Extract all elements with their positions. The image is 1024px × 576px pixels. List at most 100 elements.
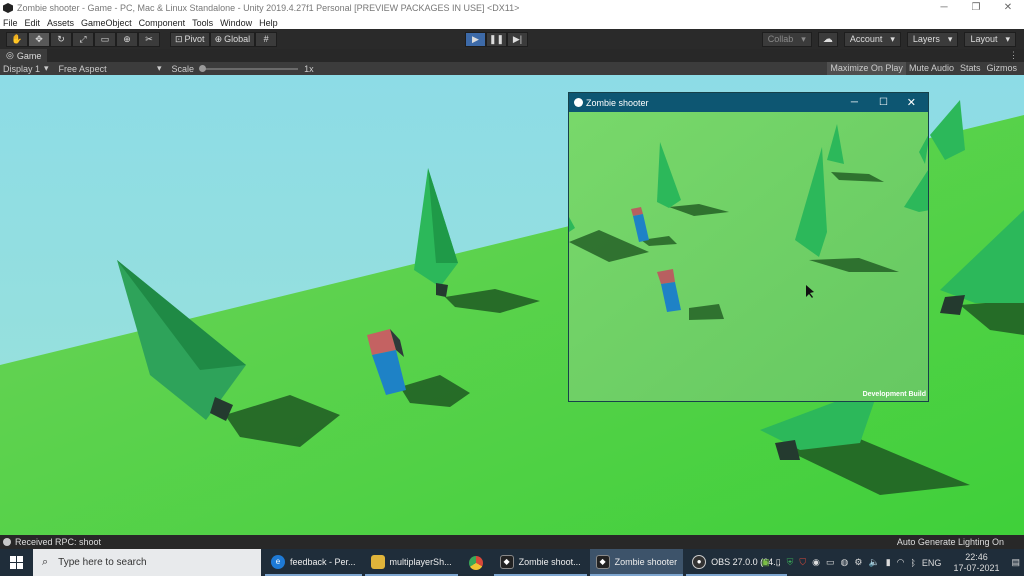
transform-tool-icon[interactable]: ⊕ [116,31,138,47]
windows-logo-icon [10,556,23,569]
layout-dropdown[interactable]: Layout ▾ [964,31,1016,47]
play-controls: ▶ ❚❚ ▶| [465,31,528,47]
account-dropdown[interactable]: Account ▾ [843,31,901,47]
move-tool-icon[interactable]: ✥ [28,31,50,47]
wifi-icon[interactable]: ◠ [897,557,905,568]
tray-app-icon[interactable]: ▯ [776,557,781,568]
notifications-icon[interactable]: ▤ [1011,557,1020,568]
window-controls: ─ ❐ ✕ [928,0,1024,16]
hand-tool-icon[interactable]: ✋ [6,31,28,47]
close-icon[interactable]: ✕ [907,96,916,109]
nvidia-icon[interactable]: ▣ [761,557,770,568]
maximize-on-play-toggle[interactable]: Maximize On Play [827,62,906,75]
windows-start-button[interactable] [0,549,33,576]
play-icon[interactable]: ▶ [465,31,486,47]
development-build-label: Development Build [862,391,926,398]
menu-component[interactable]: Component [139,18,186,28]
gizmos-toggle[interactable]: Gizmos [983,62,1020,75]
taskbar-clock[interactable]: 22:46 17-07-2021 [953,552,999,574]
pivot-label: Pivot [184,34,205,44]
step-icon[interactable]: ▶| [507,31,528,47]
game-view-toolbar: Display 1 ▾ Free Aspect ▾ Scale 1x Maxim… [0,62,1024,75]
rotate-tool-icon[interactable]: ↻ [50,31,72,47]
taskbar-app-zombie-shooter[interactable]: ◆ Zombie shooter [589,549,684,576]
grid-snap-icon[interactable]: # [255,31,278,47]
cloud-icon[interactable]: ☁ [817,31,838,47]
clock-date: 17-07-2021 [953,562,1000,573]
console-message[interactable]: Received RPC: shoot [15,537,101,547]
menu-tools[interactable]: Tools [192,18,213,28]
clock-time: 22:46 [965,551,988,562]
player-window-titlebar: Zombie shooter ─ ☐ ✕ [569,93,928,112]
minimize-icon[interactable]: ─ [851,97,858,108]
bluetooth-icon[interactable]: ᛒ [911,558,916,568]
stats-toggle[interactable]: Stats [957,62,984,75]
taskbar-app-label: multiplayerSh... [389,556,452,567]
chevron-down-icon: ▾ [157,63,162,73]
menu-gameobject[interactable]: GameObject [81,18,132,28]
window-titlebar: Zombie shooter - Game - PC, Mac & Linux … [0,0,1024,16]
pivot-button[interactable]: ⊡ Pivot [170,31,210,47]
maximize-icon[interactable]: ☐ [879,97,888,108]
speaker-icon[interactable]: 🔈 [868,557,879,568]
battery-icon[interactable]: ▭ [826,557,835,568]
taskbar-app-edge[interactable]: e feedback - Per... [265,549,362,576]
language-indicator[interactable]: ENG [922,558,942,568]
tab-game[interactable]: ◎ Game [0,49,48,62]
collab-dropdown[interactable]: Collab ▾ [761,31,812,47]
gamepad-icon: ◎ [6,50,14,60]
network-icon[interactable]: ◍ [841,557,849,568]
player-window[interactable]: Zombie shooter ─ ☐ ✕ Development Build [568,92,929,402]
taskbar-app-label: Zombie shooter [614,556,678,567]
taskbar-app-explorer[interactable]: multiplayerSh... [364,549,458,576]
taskbar-app-chrome[interactable] [461,549,491,576]
scale-slider-knob[interactable] [199,64,207,72]
kebab-menu-icon[interactable]: ⋮ [1009,50,1018,61]
account-label: Account [849,34,883,44]
microphone-icon[interactable]: ▮ [886,557,891,568]
global-button[interactable]: ⊕ Global [209,31,256,47]
restore-icon[interactable]: ❐ [960,0,992,16]
scale-tool-icon[interactable]: ⤢ [72,31,94,47]
volume-mixer-icon[interactable]: ◉ [812,557,820,568]
search-placeholder: Type here to search [58,557,147,568]
toolbar-right: Collab ▾ ☁ Account ▾ Layers ▾ Layout ▾ [761,31,1016,47]
scale-value: 1x [304,63,314,74]
shield-icon[interactable]: ⛉ [799,557,806,568]
auto-lighting-status[interactable]: Auto Generate Lighting On [897,537,1004,547]
game-viewport[interactable]: Zombie shooter ─ ☐ ✕ Development Build [0,75,1024,535]
minimize-icon[interactable]: ─ [928,0,960,16]
custom-tool-icon[interactable]: ✂ [138,31,160,47]
chevron-down-icon: ▾ [44,63,49,73]
display-select[interactable]: Display 1 ▾ [0,63,49,74]
layers-dropdown[interactable]: Layers ▾ [906,31,959,47]
pause-icon[interactable]: ❚❚ [486,31,507,47]
menu-file[interactable]: File [3,18,18,28]
rect-tool-icon[interactable]: ▭ [94,31,116,47]
menu-bar: File Edit Assets GameObject Component To… [0,16,1024,29]
menu-edit[interactable]: Edit [25,18,41,28]
taskbar-search-input[interactable]: ⌕ Type here to search [33,549,261,576]
mute-audio-toggle[interactable]: Mute Audio [906,62,957,75]
search-icon: ⌕ [42,556,49,568]
taskbar-app-unity[interactable]: ◆ Zombie shoot... [493,549,587,576]
menu-help[interactable]: Help [259,18,278,28]
tab-game-label: Game [16,50,42,61]
menu-window[interactable]: Window [220,18,252,28]
info-icon [3,538,11,546]
globe-icon: ⊕ [214,33,223,44]
aspect-select[interactable]: Free Aspect ▾ [59,63,162,74]
menu-assets[interactable]: Assets [47,18,74,28]
transform-tools: ✋ ✥ ↻ ⤢ ▭ ⊕ ✂ [6,31,160,47]
unity-icon: ◆ [595,554,610,569]
aspect-value: Free Aspect [58,63,107,74]
scale-slider[interactable] [199,64,299,72]
chevron-down-icon: ▾ [947,33,953,44]
unity-logo-icon [574,98,583,107]
close-icon[interactable]: ✕ [992,0,1024,16]
player-window-title: Zombie shooter [586,97,649,108]
windows-taskbar: ⌕ Type here to search e feedback - Per..… [0,549,1024,576]
settings-icon[interactable]: ⚙ [854,557,862,568]
security-icon[interactable]: ⛨ [787,557,794,568]
window-title: Zombie shooter - Game - PC, Mac & Linux … [17,3,520,13]
